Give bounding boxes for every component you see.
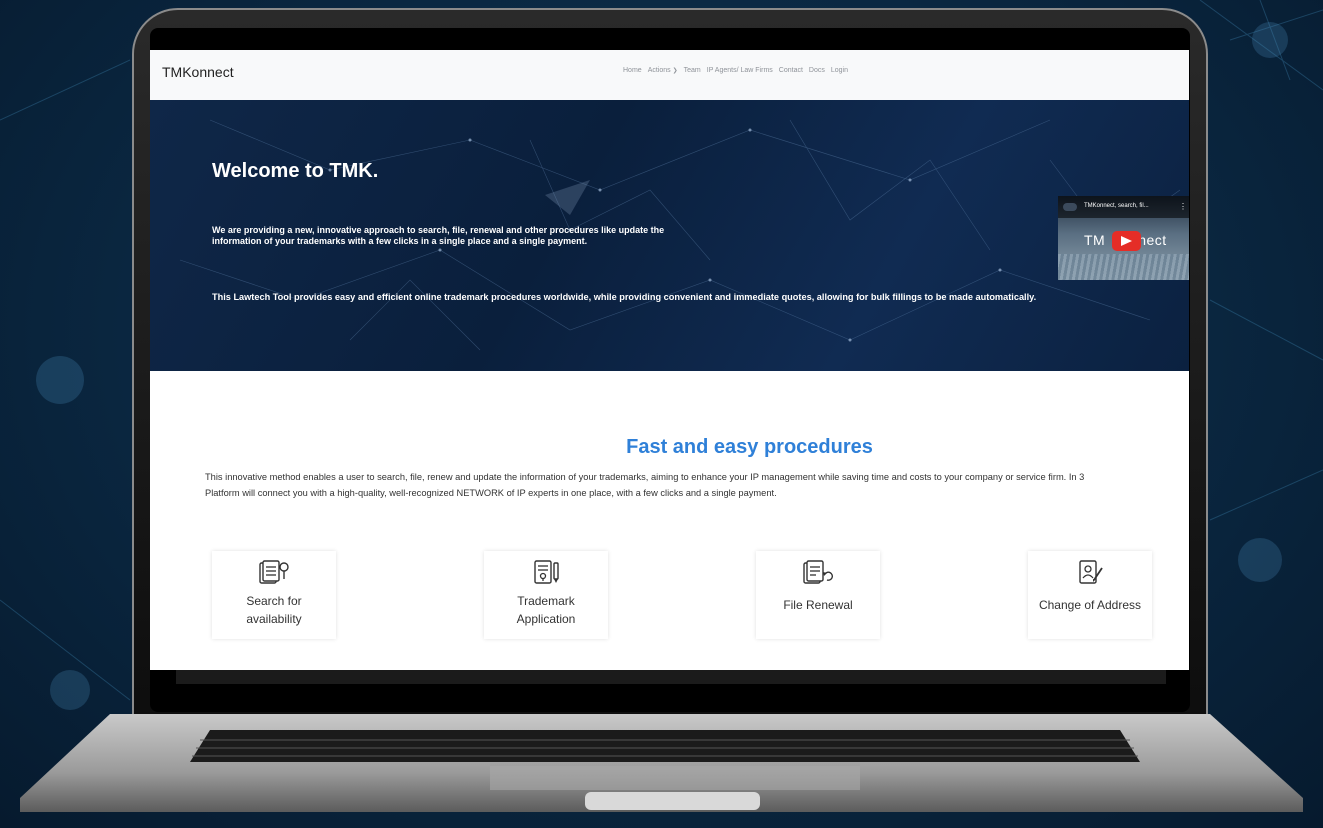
procedures-text-line1: This innovative method enables a user to…: [205, 472, 1085, 482]
youtube-video-embed[interactable]: TMKonnect, search, fil... ⋮ TM nect: [1058, 196, 1189, 280]
nav-docs[interactable]: Docs: [809, 67, 825, 74]
kebab-menu-icon[interactable]: ⋮: [1179, 202, 1187, 211]
procedures-title: Fast and easy procedures: [626, 436, 873, 458]
channel-avatar: [1063, 203, 1077, 211]
video-title[interactable]: TMKonnect, search, fil...: [1084, 203, 1149, 209]
card-label: Search for availability: [212, 592, 336, 628]
play-button-icon[interactable]: [1112, 231, 1141, 251]
card-file-renewal[interactable]: File Renewal: [756, 551, 880, 639]
brand-logo[interactable]: TMKonnect: [162, 64, 234, 80]
nav-actions-label: Actions: [647, 67, 671, 74]
laptop-base: [20, 714, 1303, 812]
card-label-line1: File Renewal: [783, 598, 853, 612]
hero-description: This Lawtech Tool provides easy and effi…: [212, 292, 1037, 302]
document-pen-icon: [534, 560, 559, 584]
nav-ip-agents[interactable]: IP Agents/ Law Firms: [707, 67, 773, 74]
card-label-line1: Change of Address: [1038, 598, 1142, 612]
procedures-text-line2: Platform will connect you with a high-qu…: [205, 488, 777, 498]
address-edit-icon: [1079, 560, 1103, 584]
card-label: Change of Address: [1028, 596, 1152, 614]
hero-intro-line2: information of your trademarks with a fe…: [212, 236, 588, 246]
nav-home[interactable]: Home: [623, 67, 642, 74]
video-thumbnail-pattern: [1058, 254, 1189, 280]
nav-links: Home Actions ❯ Team IP Agents/ Law Firms…: [623, 67, 848, 74]
procedures-description: This innovative method enables a user to…: [205, 469, 1189, 501]
hero-title: Welcome to TMK.: [212, 160, 379, 182]
nav-actions[interactable]: Actions ❯: [648, 67, 678, 74]
video-brand-right: nect: [1138, 232, 1167, 248]
card-label-line1: Search for: [246, 594, 302, 608]
card-search-availability[interactable]: Search for availability: [212, 551, 336, 639]
hero-intro-text: We are providing a new, innovative appro…: [212, 225, 772, 247]
document-renew-icon: [803, 560, 833, 584]
card-label-line2: Application: [516, 612, 576, 626]
hero-banner: Welcome to TMK. We are providing a new, …: [150, 100, 1189, 371]
card-label: File Renewal: [756, 596, 880, 614]
nav-team[interactable]: Team: [684, 67, 701, 74]
chevron-down-icon: ❯: [672, 68, 678, 74]
card-label: Trademark Application: [484, 592, 608, 628]
card-trademark-application[interactable]: Trademark Application: [484, 551, 608, 639]
video-brand-left: TM: [1084, 232, 1106, 248]
card-label-line1: Trademark: [517, 594, 575, 608]
document-search-icon: [259, 560, 289, 584]
card-label-line2: availability: [246, 612, 302, 626]
laptop-hinge: [176, 670, 1166, 684]
nav-contact[interactable]: Contact: [779, 67, 803, 74]
card-change-of-address[interactable]: Change of Address: [1028, 551, 1152, 639]
browser-screen: TMKonnect Home Actions ❯ Team IP Agents/…: [150, 50, 1189, 670]
navbar: TMKonnect Home Actions ❯ Team IP Agents/…: [150, 50, 1189, 100]
video-header: TMKonnect, search, fil... ⋮: [1058, 196, 1189, 218]
nav-login[interactable]: Login: [831, 67, 848, 74]
hero-intro-line1: We are providing a new, innovative appro…: [212, 225, 665, 235]
